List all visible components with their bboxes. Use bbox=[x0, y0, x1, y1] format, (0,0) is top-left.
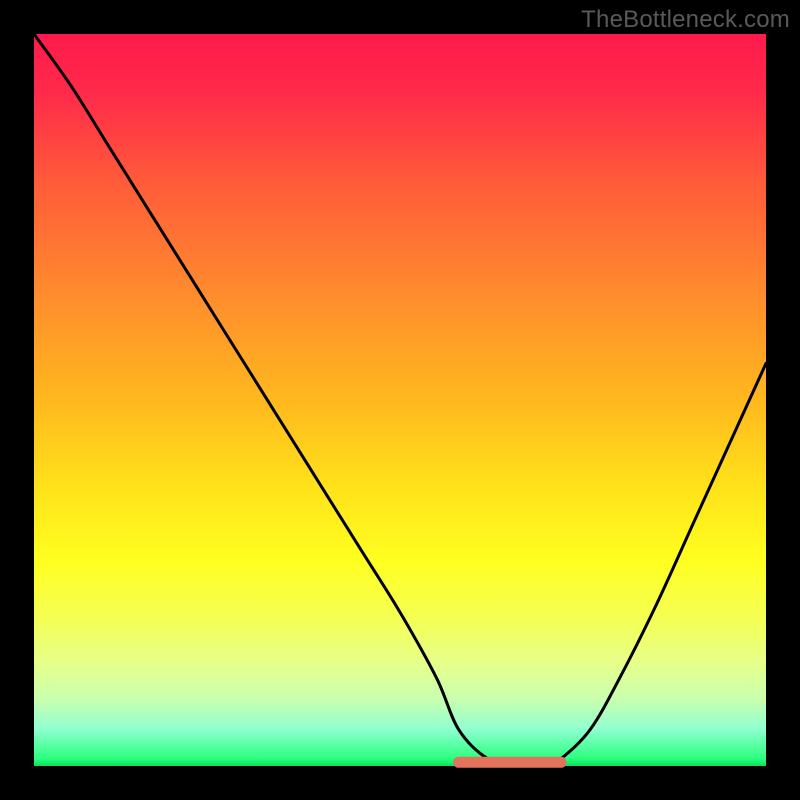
bottleneck-chart bbox=[0, 0, 800, 800]
chart-container: TheBottleneck.com bbox=[0, 0, 800, 800]
watermark-text: TheBottleneck.com bbox=[581, 6, 790, 34]
plot-area bbox=[34, 34, 766, 766]
